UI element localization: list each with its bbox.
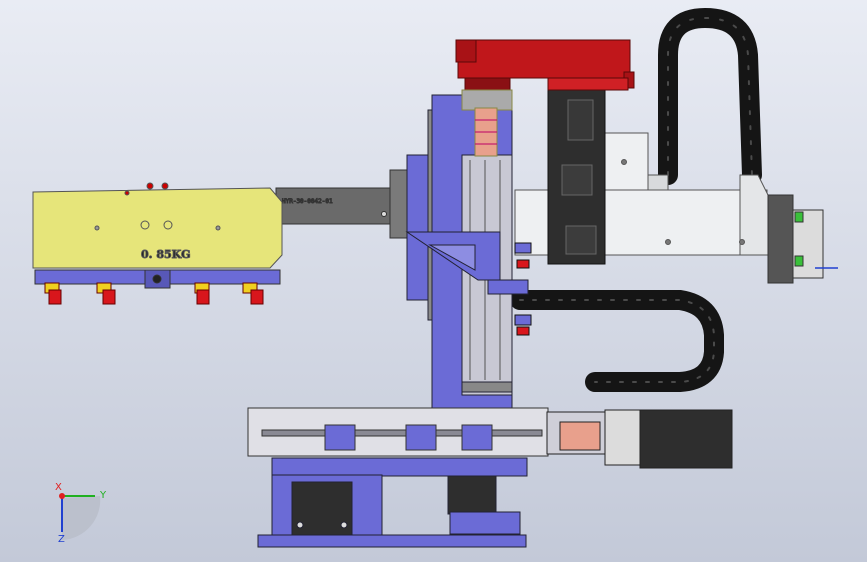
top-red-motor bbox=[455, 39, 635, 91]
arm-part-number: HYR-30-0042-01 bbox=[282, 198, 333, 205]
cad-viewport[interactable]: HYR-30-0042-01 0. 85KG Y Z X bbox=[0, 0, 867, 562]
end-effector bbox=[767, 194, 838, 284]
payload-plate: 0. 85KG bbox=[32, 182, 283, 269]
axis-z-label: Z bbox=[58, 534, 65, 545]
base-motor bbox=[546, 409, 733, 469]
coordinate-triad: Y Z X bbox=[55, 482, 107, 545]
x-axis-dot bbox=[59, 493, 65, 499]
horizontal-arm: HYR-30-0042-01 bbox=[275, 169, 421, 239]
robot-assembly-drawing: HYR-30-0042-01 0. 85KG Y Z X bbox=[32, 7, 838, 548]
dark-drive-block bbox=[547, 87, 606, 265]
upper-cable-chain bbox=[658, 7, 762, 185]
bottom-frame bbox=[257, 457, 528, 548]
lower-cable-chain bbox=[510, 290, 724, 392]
payload-weight-label: 0. 85KG bbox=[141, 248, 191, 261]
axis-y-label: Y bbox=[99, 490, 107, 501]
base-linear-rail bbox=[247, 407, 549, 457]
axis-x-label: X bbox=[55, 482, 62, 493]
